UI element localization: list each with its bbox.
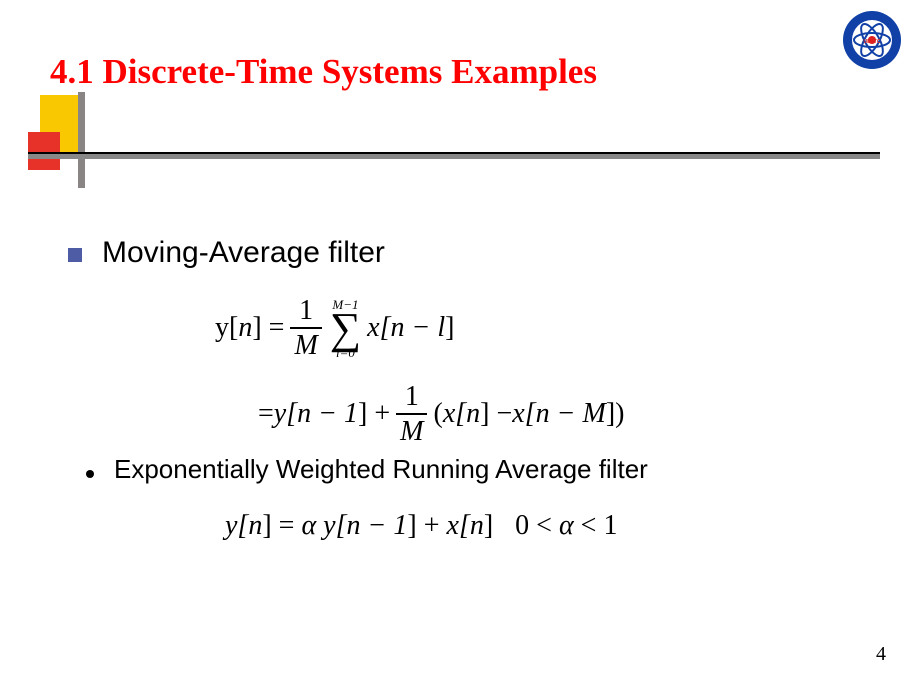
decor-red-block [28, 132, 60, 170]
slide-title: 4.1 Discrete-Time Systems Examples [50, 52, 597, 92]
bullet-text-1: Moving-Average filter [102, 236, 385, 270]
bullet-row-2: Exponentially Weighted Running Average f… [68, 454, 648, 485]
svg-text:UESTC: UESTC [864, 39, 881, 45]
equation-exponential-filter: y[n] = α y[n − 1] + x[n]0 < α < 1 [225, 510, 617, 542]
equation-moving-average-2: = y[n − 1] + 1 M ( x[n] − x[n − M]) [258, 382, 624, 446]
decor-horizontal-rule [28, 152, 880, 159]
slide-content: Moving-Average filter [68, 236, 880, 278]
square-bullet-icon [68, 248, 82, 262]
decor-vertical-bar [78, 92, 85, 188]
dot-bullet-icon [86, 470, 94, 478]
equation-moving-average-1: y[n] = 1 M M−1 ∑ l=0 x[n − l] [215, 296, 455, 360]
page-number: 4 [876, 643, 886, 666]
university-logo: UESTC [842, 10, 902, 70]
bullet-text-2: Exponentially Weighted Running Average f… [114, 454, 648, 485]
bullet-row-1: Moving-Average filter [68, 236, 880, 270]
